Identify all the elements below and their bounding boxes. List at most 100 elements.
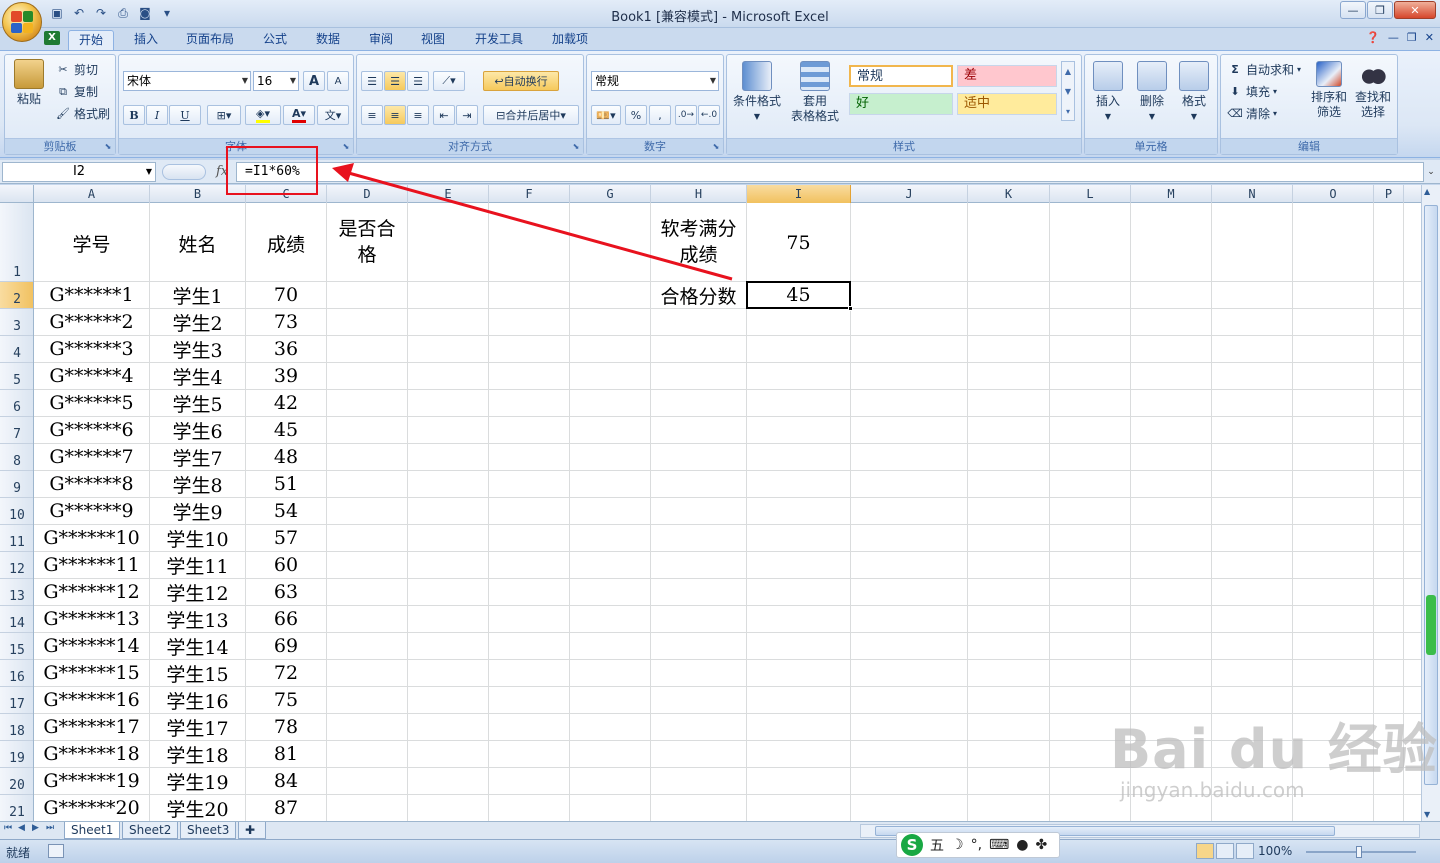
cell-A7[interactable]: G******6: [34, 417, 149, 443]
row-header-6[interactable]: 6: [0, 390, 33, 417]
cell-B21[interactable]: 学生20: [150, 795, 245, 821]
cell-I1[interactable]: 75: [747, 203, 850, 281]
currency-button[interactable]: 💴▾: [591, 105, 621, 125]
cell-A18[interactable]: G******17: [34, 714, 149, 740]
format-cells-button[interactable]: 格式 ▼: [1173, 61, 1215, 124]
cell-B8[interactable]: 学生7: [150, 444, 245, 470]
next-sheet-icon[interactable]: ▶: [32, 823, 39, 833]
customize-qat-icon[interactable]: ▾: [158, 4, 176, 22]
tab-page-layout[interactable]: 页面布局: [176, 30, 244, 50]
column-header-A[interactable]: A: [34, 185, 150, 203]
cell-A16[interactable]: G******15: [34, 660, 149, 686]
cell-C19[interactable]: 81: [246, 741, 326, 767]
style-normal[interactable]: 常规: [849, 65, 953, 87]
cell-B5[interactable]: 学生4: [150, 363, 245, 389]
cell-A14[interactable]: G******13: [34, 606, 149, 632]
cell-C10[interactable]: 54: [246, 498, 326, 524]
cell-B17[interactable]: 学生16: [150, 687, 245, 713]
insert-sheet-button[interactable]: ✚: [238, 822, 266, 839]
cell-A4[interactable]: G******3: [34, 336, 149, 362]
tab-formulas[interactable]: 公式: [253, 30, 297, 50]
cell-C2[interactable]: 70: [246, 282, 326, 308]
column-header-N[interactable]: N: [1212, 185, 1293, 203]
cell-B11[interactable]: 学生10: [150, 525, 245, 551]
row-header-21[interactable]: 21: [0, 795, 33, 821]
zoom-slider-knob[interactable]: [1356, 846, 1362, 858]
align-bottom-button[interactable]: ☰: [407, 71, 429, 91]
cell-C6[interactable]: 42: [246, 390, 326, 416]
column-header-O[interactable]: O: [1293, 185, 1374, 203]
ribbon-minimize-icon[interactable]: —: [1388, 31, 1399, 44]
insert-function-icon[interactable]: fx: [216, 164, 228, 179]
decrease-decimal-button[interactable]: ←.0: [698, 105, 720, 125]
moon-icon[interactable]: ☽: [951, 837, 964, 853]
tab-data[interactable]: 数据: [306, 30, 350, 50]
cell-B14[interactable]: 学生13: [150, 606, 245, 632]
bold-button[interactable]: B: [123, 105, 145, 125]
help-icon[interactable]: ❓: [1366, 31, 1380, 44]
cell-C16[interactable]: 72: [246, 660, 326, 686]
style-neutral[interactable]: 适中: [957, 93, 1057, 115]
cell-A2[interactable]: G******1: [34, 282, 149, 308]
align-middle-button[interactable]: ☰: [384, 71, 406, 91]
tab-developer[interactable]: 开发工具: [465, 30, 533, 50]
column-header-I[interactable]: I: [747, 185, 851, 203]
clipboard-launcher-icon[interactable]: ⬊: [103, 142, 113, 152]
cell-A1[interactable]: 学号: [34, 203, 149, 281]
user-icon[interactable]: ●: [1016, 837, 1028, 853]
cut-button[interactable]: ✂ 剪切: [55, 61, 98, 78]
row-header-13[interactable]: 13: [0, 579, 33, 606]
row-header-10[interactable]: 10: [0, 498, 33, 525]
row-header-17[interactable]: 17: [0, 687, 33, 714]
cell-B1[interactable]: 姓名: [150, 203, 245, 281]
zoom-slider[interactable]: [1306, 846, 1416, 858]
increase-indent-button[interactable]: ⇥: [456, 105, 478, 125]
column-header-P[interactable]: P: [1374, 185, 1404, 203]
ribbon-close-icon[interactable]: ✕: [1425, 31, 1434, 44]
row-header-9[interactable]: 9: [0, 471, 33, 498]
paste-button[interactable]: 粘贴: [5, 59, 53, 107]
cell-B19[interactable]: 学生18: [150, 741, 245, 767]
sheet-tab-3[interactable]: Sheet3: [180, 822, 237, 839]
column-header-F[interactable]: F: [489, 185, 570, 203]
autosum-button[interactable]: Σ 自动求和 ▾: [1227, 61, 1301, 78]
format-as-table-button[interactable]: 套用 表格格式: [785, 61, 845, 124]
row-header-15[interactable]: 15: [0, 633, 33, 660]
percent-button[interactable]: %: [625, 105, 647, 125]
number-format-select[interactable]: 常规 ▼: [591, 71, 719, 91]
cell-A13[interactable]: G******12: [34, 579, 149, 605]
close-button[interactable]: ✕: [1394, 1, 1436, 19]
phonetic-button[interactable]: 文▾: [317, 105, 349, 125]
row-header-11[interactable]: 11: [0, 525, 33, 552]
cell-A6[interactable]: G******5: [34, 390, 149, 416]
cell-C8[interactable]: 48: [246, 444, 326, 470]
cell-A15[interactable]: G******14: [34, 633, 149, 659]
column-header-K[interactable]: K: [968, 185, 1050, 203]
font-launcher-icon[interactable]: ⬊: [341, 142, 351, 152]
cell-A20[interactable]: G******19: [34, 768, 149, 794]
cell-C3[interactable]: 73: [246, 309, 326, 335]
conditional-format-button[interactable]: 条件格式 ▼: [731, 61, 783, 124]
first-sheet-icon[interactable]: ⏮: [4, 823, 12, 833]
cell-A8[interactable]: G******7: [34, 444, 149, 470]
column-header-G[interactable]: G: [570, 185, 651, 203]
merge-center-button[interactable]: ⊟ 合并后居中 ▾: [483, 105, 579, 125]
cell-A3[interactable]: G******2: [34, 309, 149, 335]
find-select-button[interactable]: 查找和 选择: [1351, 61, 1395, 120]
align-right-button[interactable]: ≡: [407, 105, 429, 125]
zoom-level[interactable]: 100%: [1258, 844, 1292, 858]
cell-A11[interactable]: G******10: [34, 525, 149, 551]
row-header-20[interactable]: 20: [0, 768, 33, 795]
fill-button[interactable]: ⬇ 填充 ▾: [1227, 83, 1277, 100]
ime-mode[interactable]: 五: [930, 835, 944, 855]
row-header-7[interactable]: 7: [0, 417, 33, 444]
normal-view-button[interactable]: [1196, 843, 1214, 859]
row-header-2[interactable]: 2: [0, 282, 33, 309]
cell-B3[interactable]: 学生2: [150, 309, 245, 335]
column-header-C[interactable]: C: [246, 185, 327, 203]
insert-cells-button[interactable]: 插入 ▼: [1087, 61, 1129, 124]
cell-A21[interactable]: G******20: [34, 795, 149, 821]
cell-B2[interactable]: 学生1: [150, 282, 245, 308]
cell-C15[interactable]: 69: [246, 633, 326, 659]
column-header-E[interactable]: E: [408, 185, 489, 203]
